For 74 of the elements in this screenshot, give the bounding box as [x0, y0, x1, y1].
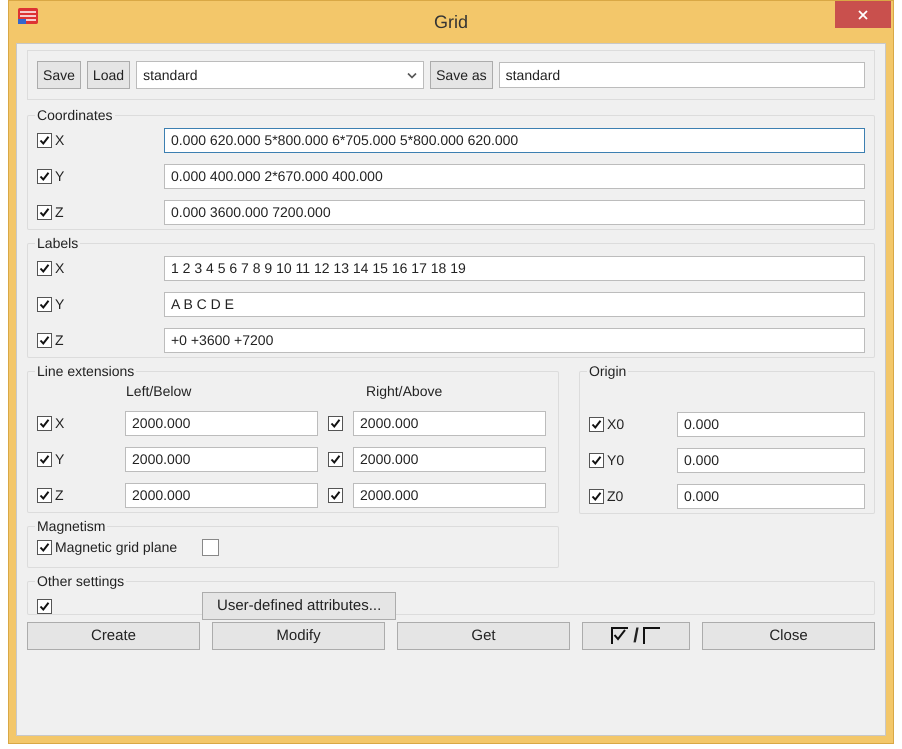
input-field[interactable]: 2000.000 [125, 483, 318, 508]
axis-label: Z [55, 203, 64, 222]
checkbox[interactable] [37, 133, 52, 148]
checkbox[interactable] [328, 488, 343, 503]
checkbox[interactable] [37, 205, 52, 220]
window-title: Grid [434, 10, 468, 34]
checkbox[interactable] [37, 416, 52, 431]
input-field[interactable]: +0 +3600 +7200 [164, 328, 865, 353]
checked-box-icon [611, 627, 630, 645]
close-button[interactable] [835, 1, 891, 28]
axis-label: Y [55, 450, 64, 469]
button[interactable]: User-defined attributes... [202, 592, 396, 620]
button[interactable]: Save as [430, 61, 493, 89]
checkbox[interactable] [589, 417, 604, 432]
input-field[interactable]: 0.000 [677, 448, 865, 473]
input-field[interactable]: 0.000 [677, 412, 865, 437]
button[interactable]: Create [27, 622, 200, 650]
axis-label: Z0 [607, 487, 624, 506]
checkbox[interactable] [37, 598, 52, 614]
caret-icon [407, 72, 418, 78]
group-title: Line extensions [36, 362, 136, 381]
column-heading: Right/Above [366, 382, 442, 401]
input-field[interactable]: 2000.000 [125, 447, 318, 472]
group-title: Coordinates [36, 106, 114, 125]
checkbox[interactable] [37, 169, 52, 184]
column-heading: Left/Below [126, 382, 192, 400]
dropdown[interactable]: standard [136, 61, 424, 89]
checkbox[interactable] [37, 540, 52, 555]
checkbox[interactable] [37, 488, 52, 503]
axis-label: Y [55, 295, 64, 314]
button[interactable]: Modify [212, 622, 385, 650]
slash-label: / [633, 624, 639, 649]
axis-label: X [55, 259, 64, 278]
group-title: Origin [588, 362, 628, 381]
checkbox[interactable] [202, 539, 220, 556]
button[interactable]: Get [397, 622, 570, 650]
axis-label: X [55, 414, 64, 433]
input-field[interactable]: standard [498, 62, 865, 88]
axis-label: X [55, 131, 64, 150]
checkbox[interactable] [589, 489, 604, 504]
axis-label: X0 [607, 415, 624, 434]
axis-label: Y0 [607, 451, 624, 470]
input-field[interactable]: 1 2 3 4 5 6 7 8 9 10 11 12 13 14 15 16 17 18 19 [164, 256, 865, 281]
input-field[interactable]: 0.000 620.000 5*800.000 6*705.000 5*800.000 620.000 [164, 128, 865, 153]
close-icon [858, 10, 868, 20]
checkbox[interactable] [328, 416, 343, 431]
axis-label: Z [55, 331, 64, 350]
button[interactable]: Save [37, 61, 81, 89]
checkbox[interactable] [37, 261, 52, 276]
group-title: Labels [36, 234, 80, 253]
input-field[interactable]: 2000.000 [353, 411, 546, 436]
input-field[interactable]: 0.000 400.000 2*670.000 400.000 [164, 164, 865, 189]
checkbox[interactable] [328, 452, 343, 467]
input-field[interactable]: 0.000 3600.000 7200.000 [164, 200, 865, 225]
button[interactable]: Close [702, 622, 875, 650]
input-field[interactable]: 2000.000 [353, 447, 546, 472]
empty-box-icon [642, 627, 661, 645]
input-field[interactable]: 2000.000 [125, 411, 318, 436]
checkbox[interactable] [37, 452, 52, 467]
button[interactable]: Load [86, 61, 130, 89]
app-logo-icon [17, 7, 39, 25]
axis-label: Y [55, 167, 64, 186]
input-field[interactable]: 0.000 [677, 484, 865, 509]
dropdown-value: standard [143, 66, 198, 84]
checkbox[interactable] [37, 333, 52, 348]
group-title: Other settings [36, 572, 126, 591]
input-field[interactable]: A B C D E [164, 292, 865, 317]
checkbox-label: Magnetic grid plane [55, 538, 178, 557]
checkbox[interactable] [37, 297, 52, 312]
axis-label: Z [55, 486, 64, 505]
input-field[interactable]: 2000.000 [353, 483, 546, 508]
group-title: Magnetism [36, 517, 106, 536]
toggle-all-button[interactable]: / [582, 622, 690, 650]
checkbox[interactable] [589, 453, 604, 468]
